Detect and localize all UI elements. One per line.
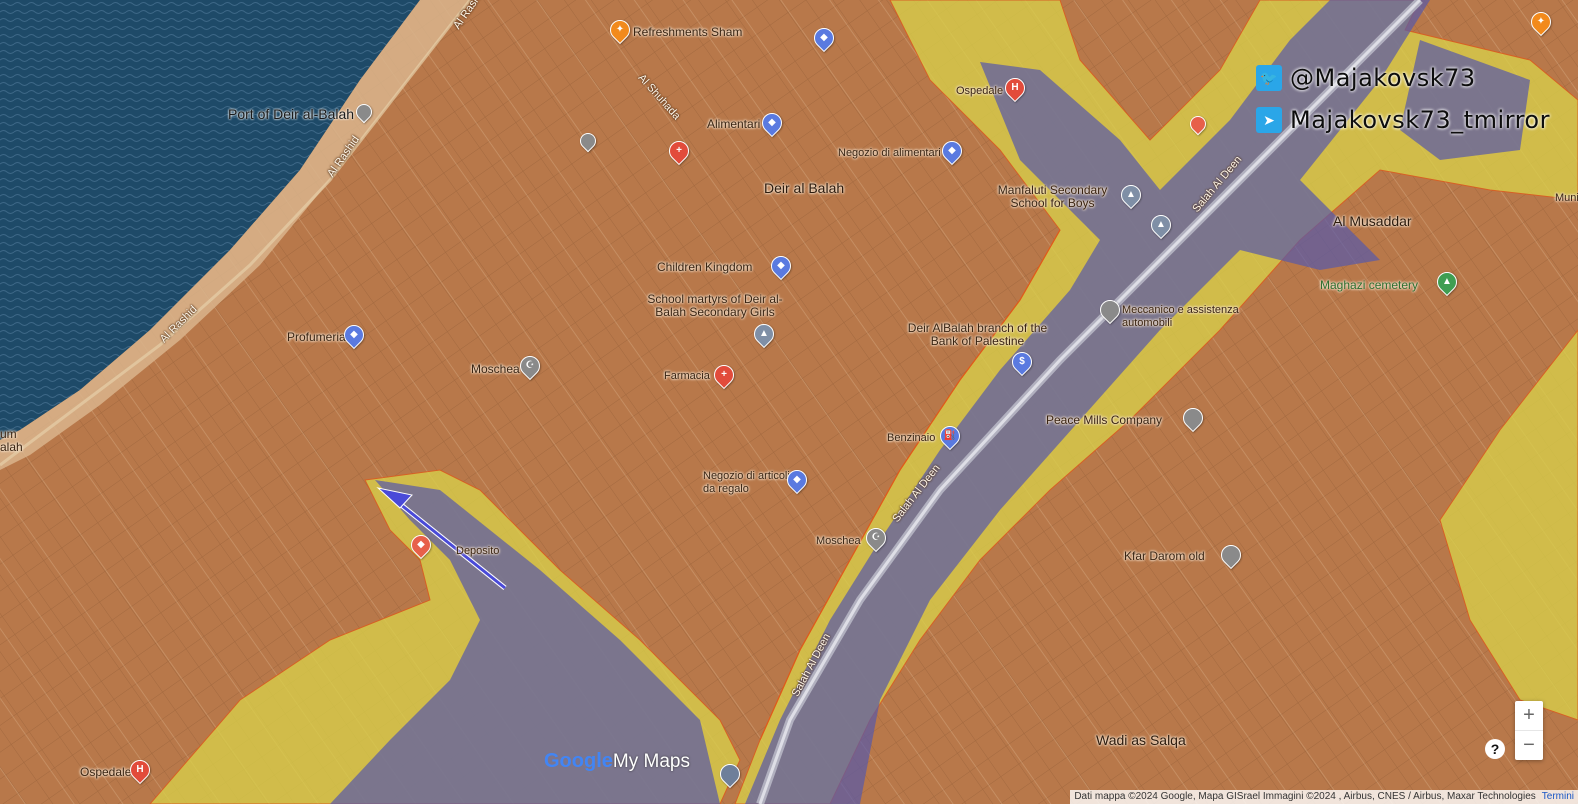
label-edge-left: um alah: [0, 427, 23, 454]
attribution-text: Dati mappa ©2024 Google, Mapa GISrael Im…: [1074, 791, 1536, 802]
label-profumeria[interactable]: Profumeria: [287, 331, 346, 344]
label-farmacia[interactable]: Farmacia: [664, 370, 710, 383]
twitter-handle: 🐦 @Majakovsk73: [1256, 64, 1476, 92]
help-button[interactable]: ?: [1485, 739, 1505, 759]
twitter-icon: 🐦: [1256, 65, 1282, 91]
label-maghazi-cemetery[interactable]: Maghazi cemetery: [1320, 279, 1418, 292]
label-ospedale-top[interactable]: Ospedale: [956, 85, 1003, 98]
label-peace-mills[interactable]: Peace Mills Company: [1046, 414, 1162, 427]
zoom-in-button[interactable]: +: [1515, 701, 1543, 730]
logo-mymaps: My Maps: [612, 751, 690, 772]
terms-link[interactable]: Termini: [1542, 791, 1574, 802]
zoom-control[interactable]: + −: [1515, 701, 1543, 760]
telegram-icon: ➤: [1256, 107, 1282, 133]
telegram-handle: ➤ Majakovsk73_tmirror: [1256, 106, 1550, 134]
label-port-deir-al-balah[interactable]: Port of Deir al-Balah: [228, 107, 354, 121]
label-children-kingdom[interactable]: Children Kingdom: [657, 261, 752, 274]
map-attribution: Dati mappa ©2024 Google, Mapa GISrael Im…: [1070, 790, 1578, 804]
label-meccanico[interactable]: Meccanico e assistenza automobili: [1122, 304, 1242, 330]
label-deir-al-balah[interactable]: Deir al Balah: [764, 181, 844, 195]
label-manfaluti-school[interactable]: Manfaluti Secondary School for Boys: [985, 184, 1120, 210]
label-alimentari[interactable]: Alimentari: [707, 118, 760, 131]
label-deposito[interactable]: Deposito: [456, 545, 499, 558]
label-benzinaio[interactable]: Benzinaio: [887, 432, 935, 445]
label-edge-right: Muni: [1555, 192, 1578, 204]
zoom-out-button[interactable]: −: [1515, 730, 1543, 760]
telegram-handle-text: Majakovsk73_tmirror: [1290, 106, 1550, 134]
label-moschea-left[interactable]: Moschea: [471, 363, 520, 376]
label-negozio-regalo[interactable]: Negozio di articoli da regalo: [703, 470, 793, 496]
label-kfar-darom[interactable]: Kfar Darom old: [1124, 550, 1205, 563]
logo-google: Google: [544, 750, 613, 772]
label-refreshments-sham[interactable]: Refreshments Sham: [633, 26, 742, 39]
label-bank-palestine[interactable]: Deir AlBalah branch of the Bank of Pales…: [905, 322, 1050, 348]
label-wadi-as-salqa[interactable]: Wadi as Salqa: [1096, 733, 1186, 747]
label-al-musaddar[interactable]: Al Musaddar: [1333, 214, 1412, 228]
label-negozio-alimentari[interactable]: Negozio di alimentari: [838, 147, 941, 160]
google-my-maps-logo: GoogleMy Maps: [544, 750, 690, 773]
label-school-martyrs[interactable]: School martyrs of Deir al-Balah Secondar…: [640, 293, 790, 319]
label-ospedale-bottom[interactable]: Ospedale: [80, 766, 131, 779]
twitter-handle-text: @Majakovsk73: [1290, 64, 1476, 92]
label-moschea-right[interactable]: Moschea: [816, 535, 861, 548]
